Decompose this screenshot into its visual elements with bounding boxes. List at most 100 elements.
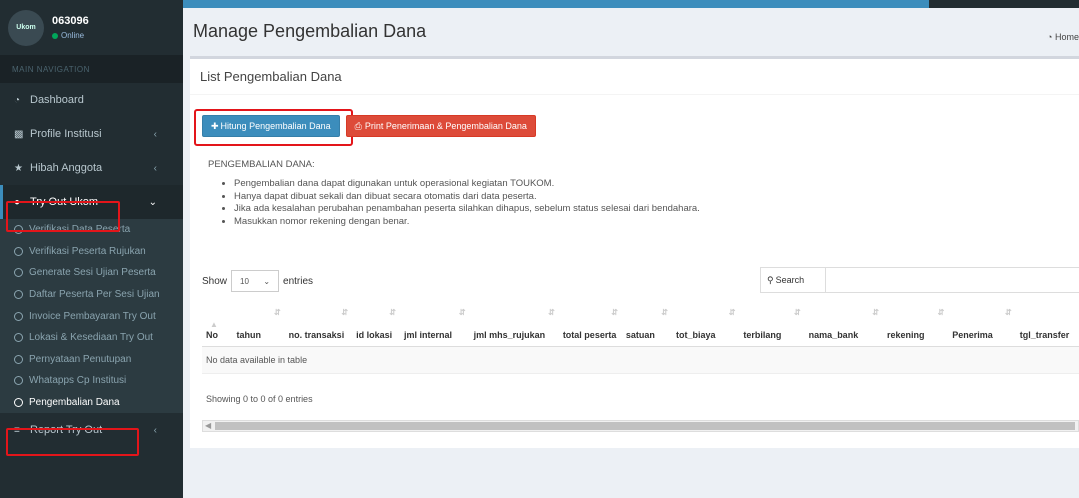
circle-outline-icon xyxy=(14,354,23,364)
sidebar-item-label: Dashboard xyxy=(30,94,84,106)
search-label-text: Search xyxy=(775,275,805,285)
circle-outline-icon xyxy=(14,398,23,408)
submenu-item-generate-sesi-ujian[interactable]: Generate Sesi Ujian Peserta xyxy=(0,262,183,284)
submenu-item-label: Pengembalian Dana xyxy=(29,397,120,409)
search-label: ⚲ Search xyxy=(760,267,826,293)
info-list: Pengembalian dana dapat digunakan untuk … xyxy=(234,178,700,228)
sidebar-item-label: Profile Institusi xyxy=(30,128,102,140)
sidebar-item-hibah-anggota[interactable]: ★ Hibah Anggota ‹ xyxy=(0,151,183,185)
col-header-total-peserta[interactable]: total peserta ⇵ xyxy=(558,298,622,347)
info-item: Masukkan nomor rekening dengan benar. xyxy=(234,216,700,229)
col-header-id-lokasi[interactable]: id lokasi ⇵ xyxy=(352,298,400,347)
sort-icon: ⇵ xyxy=(389,308,396,317)
col-header-jml-internal[interactable]: jml internal ⇵ xyxy=(399,298,470,347)
info-item: Pengembalian dana dapat digunakan untuk … xyxy=(234,178,700,191)
breadcrumb-home[interactable]: Home xyxy=(1055,32,1079,42)
sort-icon: ▲ xyxy=(210,320,218,329)
submenu-try-out-ukom: Verifikasi Data Peserta Verifikasi Peser… xyxy=(0,219,183,414)
col-header-no[interactable]: No ▲ xyxy=(202,298,233,347)
avatar-text: Ukom xyxy=(16,24,36,31)
building-icon: ▩ xyxy=(14,128,24,140)
highlight-pengembalian-dana xyxy=(6,428,139,456)
col-header-no-transaksi[interactable]: no. transaksi ⇵ xyxy=(284,298,353,347)
chevron-left-icon: ‹ xyxy=(153,424,157,436)
breadcrumb[interactable]: ◔ Home xyxy=(1047,32,1079,42)
search-input[interactable] xyxy=(826,267,1079,293)
trophy-icon: ★ xyxy=(14,162,23,174)
hitung-pengembalian-button[interactable]: ✚ Hitung Pengembalian Dana xyxy=(202,115,340,137)
scroll-left-icon[interactable]: ◀ xyxy=(205,421,211,430)
sidebar: Ukom 063096 Online MAIN NAVIGATION ◔ Das… xyxy=(0,0,183,498)
submenu-item-invoice-pembayaran[interactable]: Invoice Pembayaran Try Out xyxy=(0,305,183,327)
plus-icon: ✚ xyxy=(211,120,219,131)
print-penerimaan-button[interactable]: ⎙ Print Penerimaan & Pengembalian Dana xyxy=(345,115,536,137)
highlight-try-out-ukom xyxy=(6,201,120,232)
col-header-jml-mhs-rujukan[interactable]: jml mhs_rujukan ⇵ xyxy=(469,298,559,347)
nav-header: MAIN NAVIGATION xyxy=(0,55,183,83)
entries-length-select[interactable]: 10 ⌄ xyxy=(231,270,280,292)
circle-outline-icon xyxy=(14,268,23,278)
submenu-item-label: Verifikasi Peserta Rujukan xyxy=(29,245,146,257)
sidebar-item-label: Hibah Anggota xyxy=(30,162,103,174)
datatable-controls: Show 10 ⌄ entries ⚲ Search xyxy=(202,267,1079,293)
submenu-item-label: Pernyataan Penutupan xyxy=(29,353,132,365)
col-header-tahun[interactable]: tahun ⇵ xyxy=(232,298,285,347)
chevron-left-icon: ‹ xyxy=(153,128,157,140)
submenu-item-lokasi-kesediaan[interactable]: Lokasi & Kesediaan Try Out xyxy=(0,327,183,349)
submenu-item-label: Lokasi & Kesediaan Try Out xyxy=(29,332,153,344)
sort-icon: ⇵ xyxy=(458,308,466,317)
submenu-item-label: Generate Sesi Ujian Peserta xyxy=(29,267,156,279)
col-header-tot-biaya[interactable]: tot_biaya ⇵ xyxy=(671,298,740,347)
circle-outline-icon xyxy=(14,246,23,256)
info-section: PENGEMBALIAN DANA: Pengembalian dana dap… xyxy=(208,159,700,228)
col-header-tgl-transfer[interactable]: tgl_transfer⇵ xyxy=(1015,298,1079,347)
horizontal-scrollbar[interactable]: ◀ xyxy=(202,420,1079,432)
submenu-item-label: Invoice Pembayaran Try Out xyxy=(29,310,156,322)
col-header-satuan[interactable]: satuan ⇵ xyxy=(621,298,672,347)
circle-outline-icon xyxy=(14,290,23,300)
col-header-penerima[interactable]: Penerima ⇵ xyxy=(948,298,1016,347)
chevron-left-icon: ‹ xyxy=(153,162,157,174)
status-text: Online xyxy=(61,31,85,40)
table-row-empty: No data available in table xyxy=(202,346,1079,374)
data-table: No ▲ tahun ⇵ no. transaksi ⇵ id lokasi ⇵ jml… xyxy=(202,298,1079,374)
circle-outline-icon xyxy=(14,333,23,343)
sort-icon: ⇵ xyxy=(937,308,945,317)
submenu-item-pernyataan-penutupan[interactable]: Pernyataan Penutupan xyxy=(0,349,183,371)
col-header-nama-bank[interactable]: nama_bank ⇵ xyxy=(804,298,883,347)
sort-icon: ⇵ xyxy=(1005,308,1012,317)
search-icon: ⚲ xyxy=(767,274,774,285)
sort-icon: ⇵ xyxy=(273,308,281,317)
list-box: List Pengembalian Dana ✚ Hitung Pengemba… xyxy=(190,56,1079,448)
sort-icon: ⇵ xyxy=(661,308,668,317)
dashboard-icon: ◔ xyxy=(1047,32,1053,42)
hitung-button-label: Hitung Pengembalian Dana xyxy=(220,121,331,131)
scrollbar-thumb[interactable] xyxy=(215,422,1075,430)
print-icon: ⎙ xyxy=(354,120,362,131)
col-header-terbilang[interactable]: terbilang ⇵ xyxy=(739,298,805,347)
sort-icon: ⇵ xyxy=(872,308,879,317)
status-dot-icon xyxy=(52,32,58,39)
table-header-row: No ▲ tahun ⇵ no. transaksi ⇵ id lokasi ⇵ jml… xyxy=(202,298,1079,347)
search-group: ⚲ Search xyxy=(760,267,1079,293)
info-title: PENGEMBALIAN DANA: xyxy=(208,159,315,170)
content-header: Manage Pengembalian Dana xyxy=(183,8,1079,55)
table-wrapper: No ▲ tahun ⇵ no. transaksi ⇵ id lokasi ⇵ jml… xyxy=(202,298,1079,374)
print-button-label: Print Penerimaan & Pengembalian Dana xyxy=(364,121,527,131)
submenu-item-daftar-peserta-per-sesi[interactable]: Daftar Peserta Per Sesi Ujian xyxy=(0,284,183,306)
submenu-item-verifikasi-peserta-rujukan[interactable]: Verifikasi Peserta Rujukan xyxy=(0,241,183,263)
sidebar-item-dashboard[interactable]: ◔ Dashboard xyxy=(0,83,183,117)
dashboard-icon: ◔ xyxy=(14,94,21,106)
submenu-item-whatapps-cp[interactable]: Whatapps Cp Institusi xyxy=(0,370,183,392)
user-status: Online xyxy=(52,31,89,40)
chevron-down-icon: ⌄ xyxy=(263,276,271,286)
sidebar-item-profile-institusi[interactable]: ▩ Profile Institusi ‹ xyxy=(0,117,183,151)
submenu-item-pengembalian-dana[interactable]: Pengembalian Dana xyxy=(0,392,183,414)
col-header-rekening[interactable]: rekening ⇵ xyxy=(883,298,949,347)
user-name: 063096 xyxy=(52,15,89,27)
datatable-info: Showing 0 to 0 of 0 entries xyxy=(206,394,313,404)
sort-icon: ⇵ xyxy=(793,308,801,317)
button-row: ✚ Hitung Pengembalian Dana ⎙ Print Pener… xyxy=(202,115,536,137)
empty-table-message: No data available in table xyxy=(202,346,1079,374)
main-content: Manage Pengembalian Dana ◔ Home List Pen… xyxy=(183,8,1079,498)
